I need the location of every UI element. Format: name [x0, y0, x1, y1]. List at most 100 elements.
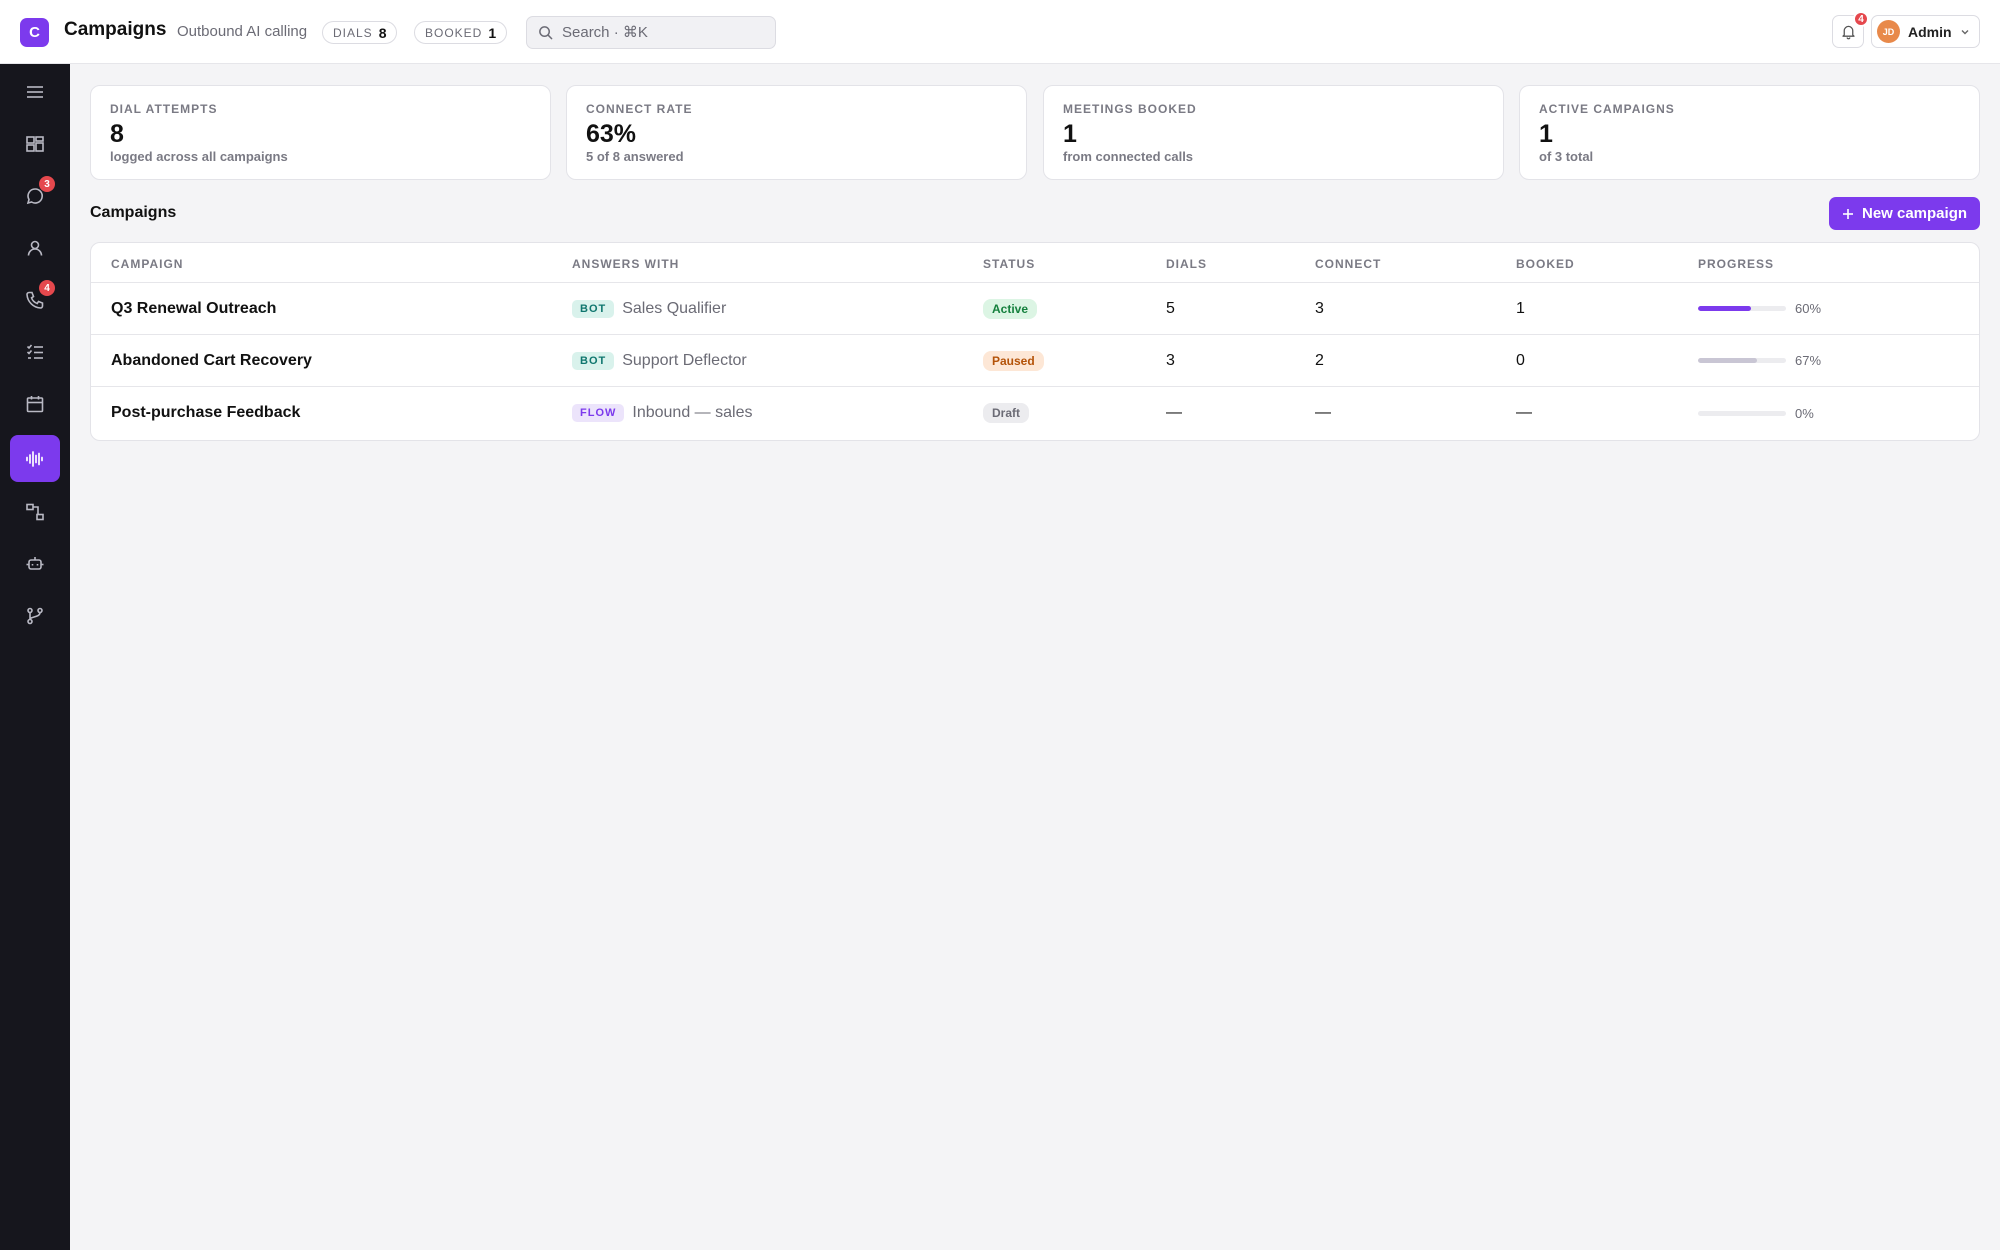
column-header-campaign[interactable]: CAMPAIGN	[111, 257, 183, 271]
sidebar-item-messages[interactable]: 3	[10, 172, 60, 219]
progress-fill	[1698, 306, 1751, 311]
campaign-name[interactable]: Abandoned Cart Recovery	[111, 352, 312, 370]
campaigns-table: CAMPAIGN ANSWERS WITH STATUS DIALS CONNE…	[90, 242, 1980, 441]
dashboard-icon	[26, 135, 44, 152]
sidebar: 3 4	[0, 64, 70, 1250]
progress-fill	[1698, 358, 1757, 363]
stat-value: 63%	[586, 120, 637, 148]
section-title: Campaigns	[90, 204, 177, 221]
robot-icon	[26, 556, 44, 570]
user-menu[interactable]: JD Admin	[1871, 15, 1980, 48]
bell-icon	[1841, 25, 1855, 40]
connect-value: 3	[1315, 299, 1324, 317]
column-header-status[interactable]: STATUS	[983, 257, 1035, 271]
sidebar-item-flows[interactable]	[10, 488, 60, 535]
dials-pill: DIALS 8	[322, 21, 398, 44]
stat-note: from connected calls	[1063, 149, 1194, 164]
menu-icon	[27, 85, 43, 98]
column-header-connect[interactable]: CONNECT	[1315, 257, 1381, 271]
stat-note: 5 of 8 answered	[586, 149, 684, 164]
table-row[interactable]: Q3 Renewal Outreach BOT Sales Qualifier A…	[91, 283, 1979, 335]
waveform-icon	[26, 450, 43, 467]
person-icon	[27, 240, 43, 256]
column-header-booked[interactable]: BOOKED	[1516, 257, 1575, 271]
sidebar-item-calls[interactable]: 4	[10, 276, 60, 323]
dials-value: 3	[1166, 351, 1175, 369]
stat-label: MEETINGS BOOKED	[1063, 102, 1197, 116]
agent-name: Support Deflector	[622, 351, 747, 369]
connect-value: —	[1315, 404, 1331, 421]
agent-type-tag: BOT	[572, 351, 615, 370]
booked-value: —	[1516, 404, 1532, 421]
table-row[interactable]: Abandoned Cart Recovery BOT Support Defle…	[91, 335, 1979, 387]
booked-pill-value: 1	[488, 24, 497, 41]
booked-pill: BOOKED 1	[414, 21, 508, 44]
table-row[interactable]: Post-purchase Feedback FLOW Inbound — sal…	[91, 387, 1979, 439]
sidebar-item-dashboard[interactable]	[10, 120, 60, 167]
new-campaign-button[interactable]: New campaign	[1829, 197, 1980, 230]
search-input[interactable]	[562, 24, 762, 41]
column-header-progress[interactable]: PROGRESS	[1698, 257, 1774, 271]
stat-card-meetings-booked: MEETINGS BOOKED 1 from connected calls	[1043, 85, 1504, 180]
progress-bar	[1698, 410, 1786, 416]
calls-badge: 4	[39, 280, 55, 296]
booked-pill-label: BOOKED	[425, 25, 483, 40]
user-name: Admin	[1908, 23, 1952, 40]
sidebar-item-menu[interactable]	[10, 68, 60, 115]
calendar-icon	[26, 395, 44, 412]
app-logo[interactable]: C	[20, 18, 49, 47]
messages-badge: 3	[39, 176, 55, 192]
notifications-button[interactable]: 4	[1832, 11, 1869, 48]
sidebar-item-bots[interactable]	[10, 540, 60, 587]
campaign-name[interactable]: Post-purchase Feedback	[111, 404, 300, 422]
stat-label: DIAL ATTEMPTS	[110, 102, 218, 116]
sidebar-item-campaigns[interactable]	[10, 435, 60, 482]
progress-label: 67%	[1795, 353, 1822, 368]
sidebar-item-contacts[interactable]	[10, 224, 60, 271]
flow-icon	[26, 503, 44, 520]
progress-label: 60%	[1795, 301, 1822, 316]
stat-label: ACTIVE CAMPAIGNS	[1539, 102, 1675, 116]
progress-label: 0%	[1795, 405, 1814, 421]
table-header: CAMPAIGN ANSWERS WITH STATUS DIALS CONNE…	[91, 243, 1979, 283]
stat-value: 1	[1539, 120, 1553, 148]
branch-icon	[27, 607, 43, 624]
notifications-badge: 4	[1853, 11, 1869, 27]
plus-icon	[1842, 208, 1853, 219]
agent-type-tag: FLOW	[572, 404, 625, 422]
sidebar-item-tasks[interactable]	[10, 328, 60, 375]
checklist-icon	[26, 343, 43, 359]
progress-bar	[1698, 358, 1786, 363]
sidebar-item-calendar[interactable]	[10, 380, 60, 427]
dials-value: —	[1166, 404, 1182, 421]
new-campaign-label: New campaign	[1861, 205, 1968, 222]
chevron-down-icon	[1961, 29, 1969, 34]
search-box[interactable]	[526, 16, 776, 49]
campaign-name[interactable]: Q3 Renewal Outreach	[111, 300, 276, 318]
top-bar: C Campaigns Outbound AI calling DIALS 8 …	[0, 0, 2000, 64]
stat-card-connect-rate: CONNECT RATE 63% 5 of 8 answered	[566, 85, 1027, 180]
stat-note: of 3 total	[1539, 149, 1594, 164]
booked-value: 1	[1516, 299, 1525, 317]
dials-pill-value: 8	[378, 24, 387, 41]
dials-pill-label: DIALS	[333, 25, 373, 40]
page-title: Campaigns	[64, 19, 167, 40]
stat-card-active-campaigns: ACTIVE CAMPAIGNS 1 of 3 total	[1519, 85, 1980, 180]
search-icon	[539, 26, 553, 40]
column-header-answers-with[interactable]: ANSWERS WITH	[572, 257, 679, 271]
connect-value: 2	[1315, 351, 1324, 369]
agent-type-tag: BOT	[572, 299, 615, 318]
column-header-dials[interactable]: DIALS	[1166, 257, 1207, 271]
agent-name: Sales Qualifier	[622, 299, 727, 317]
booked-value: 0	[1516, 351, 1525, 369]
sidebar-item-integrations[interactable]	[10, 592, 60, 639]
progress-bar	[1698, 306, 1786, 311]
dials-value: 5	[1166, 299, 1175, 317]
stat-value: 8	[110, 120, 124, 148]
stat-label: CONNECT RATE	[586, 102, 693, 116]
stat-card-dial-attempts: DIAL ATTEMPTS 8 logged across all campai…	[90, 85, 551, 180]
status-badge: Active	[983, 298, 1038, 319]
stat-value: 1	[1063, 120, 1077, 148]
avatar: JD	[1877, 20, 1900, 43]
agent-name: Inbound — sales	[632, 404, 753, 421]
